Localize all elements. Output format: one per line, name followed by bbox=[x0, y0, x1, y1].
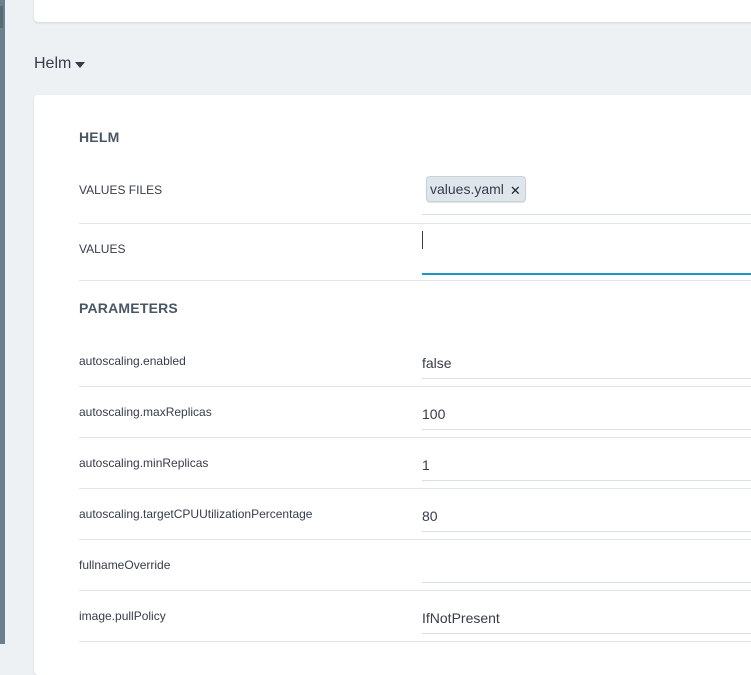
helm-section-toggle-label: Helm bbox=[34, 55, 72, 72]
values-files-input[interactable]: values.yaml ✕ bbox=[422, 176, 751, 215]
row-divider bbox=[79, 539, 751, 540]
param-name: autoscaling.minReplicas bbox=[79, 456, 209, 470]
values-label: VALUES bbox=[79, 242, 126, 256]
param-name: autoscaling.targetCPUUtilizationPercenta… bbox=[79, 507, 313, 521]
param-value-text: 1 bbox=[422, 457, 430, 473]
row-divider bbox=[79, 280, 751, 281]
param-value-input[interactable]: 100 bbox=[422, 399, 751, 430]
left-strip-mark bbox=[0, 6, 3, 28]
param-value-text: false bbox=[422, 355, 452, 371]
param-value-text: 100 bbox=[422, 406, 446, 422]
param-value-text: IfNotPresent bbox=[422, 610, 500, 626]
helm-section-toggle[interactable]: Helm bbox=[34, 53, 86, 75]
param-value-input[interactable]: IfNotPresent bbox=[422, 603, 751, 634]
row-divider bbox=[79, 590, 751, 591]
row-divider bbox=[79, 437, 751, 438]
param-name: autoscaling.enabled bbox=[79, 354, 186, 368]
values-file-tag: values.yaml ✕ bbox=[426, 176, 526, 202]
row-divider bbox=[79, 386, 751, 387]
helm-section-title: HELM bbox=[79, 129, 120, 145]
param-value-input[interactable]: false bbox=[422, 348, 751, 379]
param-value-input[interactable]: 1 bbox=[422, 450, 751, 481]
param-name: autoscaling.maxReplicas bbox=[79, 405, 212, 419]
param-value-text: 80 bbox=[422, 508, 438, 524]
previous-section-card bbox=[34, 0, 751, 22]
caret-down-icon bbox=[75, 62, 86, 68]
param-name: image.pullPolicy bbox=[79, 609, 166, 623]
param-value-input[interactable] bbox=[422, 552, 751, 583]
values-files-label: VALUES FILES bbox=[79, 183, 163, 197]
left-scroll-strip bbox=[0, 0, 5, 644]
row-divider bbox=[79, 641, 751, 642]
row-divider bbox=[79, 488, 751, 489]
values-editor[interactable] bbox=[422, 228, 751, 275]
values-file-tag-label: values.yaml bbox=[430, 181, 504, 197]
row-divider bbox=[79, 223, 751, 224]
text-cursor bbox=[422, 231, 423, 249]
close-icon[interactable]: ✕ bbox=[510, 184, 521, 197]
param-value-input[interactable]: 80 bbox=[422, 501, 751, 532]
param-name: fullnameOverride bbox=[79, 558, 171, 572]
parameters-section-title: PARAMETERS bbox=[79, 300, 178, 316]
